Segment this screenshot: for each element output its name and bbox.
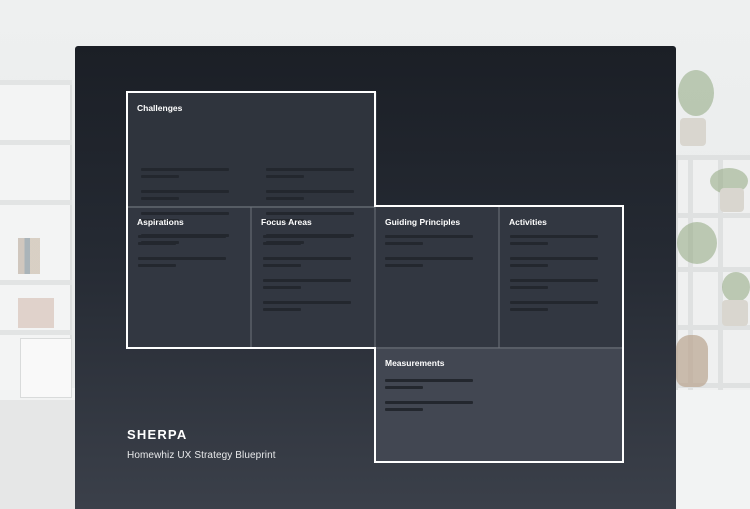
left-bookshelf <box>0 80 72 446</box>
vase-image <box>676 335 708 387</box>
sherpa-logo: SHERPA <box>127 427 188 442</box>
plant-image <box>678 70 714 116</box>
blueprint-card: Challenges Aspirations Focus Areas Guidi… <box>75 46 676 509</box>
blueprint-subtitle: Homewhiz UX Strategy Blueprint <box>127 450 276 461</box>
